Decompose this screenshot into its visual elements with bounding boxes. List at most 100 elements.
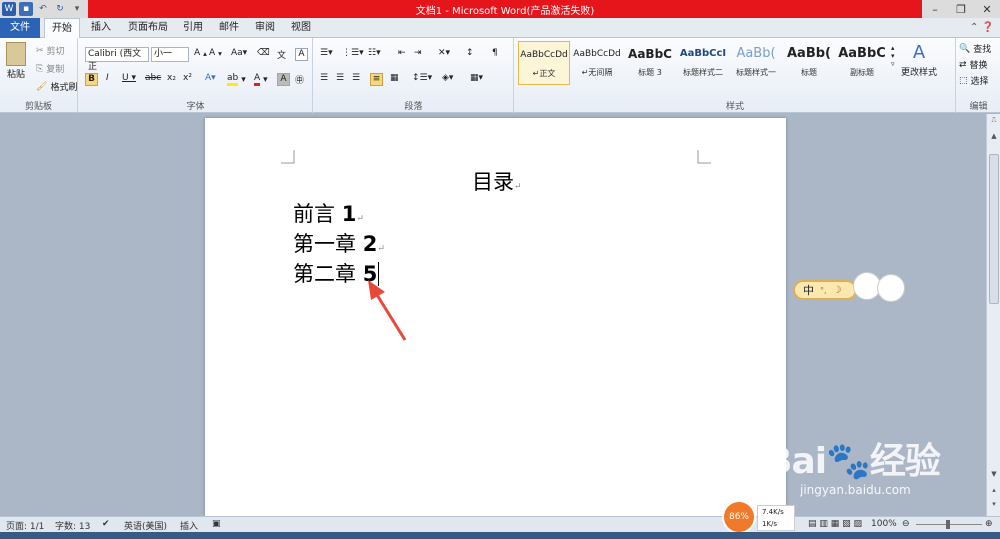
prev-page-icon[interactable]: ▴ (987, 486, 1000, 498)
underline-button[interactable]: U ▾ (122, 73, 136, 83)
find-button[interactable]: 🔍 查找 (959, 42, 991, 56)
page-count[interactable]: 页面: 1/1 (6, 519, 44, 532)
format-painter-button[interactable]: 🖌 格式刷 (36, 80, 77, 94)
macro-record-icon[interactable]: ▣ (212, 519, 221, 529)
window-title: 文档1 - Microsoft Word(产品激活失败) (415, 6, 595, 17)
tab-review[interactable]: 审阅 (250, 18, 280, 38)
toc-line[interactable]: 第一章 2↵ (293, 228, 385, 258)
sort-icon[interactable]: ↕ (466, 48, 474, 58)
language-indicator[interactable]: 英语(美国) (124, 519, 167, 532)
copy-button[interactable]: ⎘ 复制 (36, 62, 64, 76)
tab-view[interactable]: 视图 (286, 18, 316, 38)
toc-line[interactable]: 前言 1↵ (293, 198, 364, 228)
save-icon[interactable]: ▪ (19, 2, 33, 16)
upload-speed: 7.4K/s (762, 508, 784, 516)
font-group: Calibri (西文正 小一 A ▴ A ▾ Aa▾ ⌫ 文 A B I U ▾ … (79, 38, 313, 113)
redo-icon[interactable]: ↻ (53, 2, 67, 16)
style-title-one[interactable]: AaBb( 标题样式一 (730, 41, 782, 85)
ruler-toggle-icon[interactable]: ⎍ (987, 116, 1000, 128)
align-right-icon[interactable]: ☰ (352, 73, 360, 83)
scroll-down-icon[interactable]: ▼ (987, 470, 1000, 482)
zoom-in-icon[interactable]: ⊕ (985, 519, 993, 529)
style-title-two[interactable]: AaBbCcI 标题样式二 (677, 41, 729, 85)
align-left-icon[interactable]: ☰ (320, 73, 328, 83)
help-icon[interactable]: ⌃ ❓ (970, 22, 994, 33)
phonetic-guide-icon[interactable]: 文 (277, 48, 286, 61)
bullets-button[interactable]: ☰▾ (320, 48, 333, 58)
style-heading-3[interactable]: AaBbC 标题 3 (624, 41, 676, 85)
punctuation-icon[interactable]: °, (820, 286, 827, 295)
clear-format-icon[interactable]: ⌫ (257, 48, 270, 58)
shading-button[interactable]: ◈▾ (442, 73, 453, 83)
customize-qat-icon[interactable]: ▾ (70, 2, 84, 16)
decrease-indent-icon[interactable]: ⇤ (398, 48, 406, 58)
vertical-scrollbar[interactable]: ⎍ ▲ ▼ ▴ ▾ (986, 114, 1000, 516)
multilevel-list-button[interactable]: ☷▾ (368, 48, 381, 58)
scroll-up-icon[interactable]: ▲ (987, 132, 1000, 144)
shrink-font-button[interactable]: A ▾ (209, 48, 222, 58)
ime-mode[interactable]: 中 (803, 282, 814, 298)
superscript-button[interactable]: x² (183, 73, 192, 83)
justify-icon[interactable]: ≡ (370, 73, 383, 86)
change-styles-button[interactable]: A 更改样式 (901, 42, 937, 78)
cut-button[interactable]: ✂ 剪切 (36, 44, 65, 58)
word-count[interactable]: 字数: 13 (55, 519, 90, 532)
restore-icon[interactable]: ❐ (948, 0, 974, 18)
moon-icon[interactable]: ☽ (833, 285, 842, 296)
window-controls: – ❐ ✕ (922, 0, 1000, 18)
close-icon[interactable]: ✕ (974, 0, 1000, 18)
line-spacing-button[interactable]: ↕☰▾ (412, 73, 432, 83)
select-button[interactable]: ⬚ 选择 (959, 74, 989, 88)
change-case-button[interactable]: Aa▾ (231, 48, 247, 58)
numbering-button[interactable]: ⋮☰▾ (342, 48, 364, 58)
undo-icon[interactable]: ↶ (36, 2, 50, 16)
next-page-icon[interactable]: ▾ (987, 500, 1000, 512)
char-border-icon[interactable]: A (295, 48, 308, 61)
font-group-label: 字体 (186, 102, 205, 112)
styles-scroll[interactable]: ▴ ▾ ▿ (891, 44, 895, 68)
zoom-out-icon[interactable]: ⊖ (902, 519, 910, 529)
tab-home[interactable]: 开始 (44, 18, 80, 39)
scroll-thumb[interactable] (989, 154, 999, 304)
tab-page-layout[interactable]: 页面布局 (124, 18, 172, 38)
char-shading-icon[interactable]: A (277, 73, 290, 86)
minimize-icon[interactable]: – (922, 0, 948, 18)
style-no-spacing[interactable]: AaBbCcDd ↵无间隔 (571, 41, 623, 85)
borders-button[interactable]: ▦▾ (470, 73, 483, 83)
zoom-level[interactable]: 100% (871, 519, 897, 529)
subscript-button[interactable]: x₂ (167, 73, 176, 83)
insert-mode[interactable]: 插入 (180, 519, 198, 532)
paste-button[interactable]: 粘贴 (6, 42, 26, 80)
proofing-icon[interactable]: ✔ (102, 519, 110, 529)
document-page[interactable]: 目录↵ 前言 1↵ 第一章 2↵ 第二章 5 (205, 118, 786, 516)
enclose-char-icon[interactable]: ㊥ (295, 73, 304, 86)
font-size-combo[interactable]: 小一 (151, 47, 189, 62)
tab-mailings[interactable]: 邮件 (214, 18, 244, 38)
toc-title[interactable]: 目录↵ (472, 166, 522, 196)
tab-insert[interactable]: 插入 (84, 18, 118, 38)
network-monitor[interactable]: 86% (722, 500, 756, 534)
replace-button[interactable]: ⇄ 替换 (959, 58, 988, 72)
chinese-layout-button[interactable]: ✕▾ (438, 48, 450, 58)
style-normal[interactable]: AaBbCcDd ↵正文 (518, 41, 570, 85)
grow-font-button[interactable]: A ▴ (194, 48, 207, 58)
font-name-combo[interactable]: Calibri (西文正 (85, 47, 149, 72)
italic-button[interactable]: I (106, 73, 109, 83)
ime-toolbar[interactable]: 中 °, ☽ (793, 280, 857, 300)
strikethrough-button[interactable]: abc (145, 73, 161, 83)
tab-references[interactable]: 引用 (178, 18, 208, 38)
style-subtitle[interactable]: AaBbC 副标题 (836, 41, 888, 85)
zoom-slider-thumb[interactable] (946, 520, 950, 529)
text-effects-button[interactable]: A▾ (205, 73, 216, 83)
increase-indent-icon[interactable]: ⇥ (414, 48, 422, 58)
taskbar (0, 532, 1000, 539)
highlight-button[interactable]: ab ▾ (227, 73, 246, 86)
align-center-icon[interactable]: ☰ (336, 73, 344, 83)
font-color-button[interactable]: A ▾ (254, 73, 268, 86)
style-title[interactable]: AaBb( 标题 (783, 41, 835, 85)
view-buttons[interactable]: ▤ ▥ ▦ ▧ ▨ (808, 519, 862, 529)
show-marks-icon[interactable]: ¶ (492, 48, 498, 58)
bold-button[interactable]: B (85, 73, 98, 86)
distributed-icon[interactable]: ▦ (390, 73, 399, 83)
tab-file[interactable]: 文件 (0, 18, 40, 38)
